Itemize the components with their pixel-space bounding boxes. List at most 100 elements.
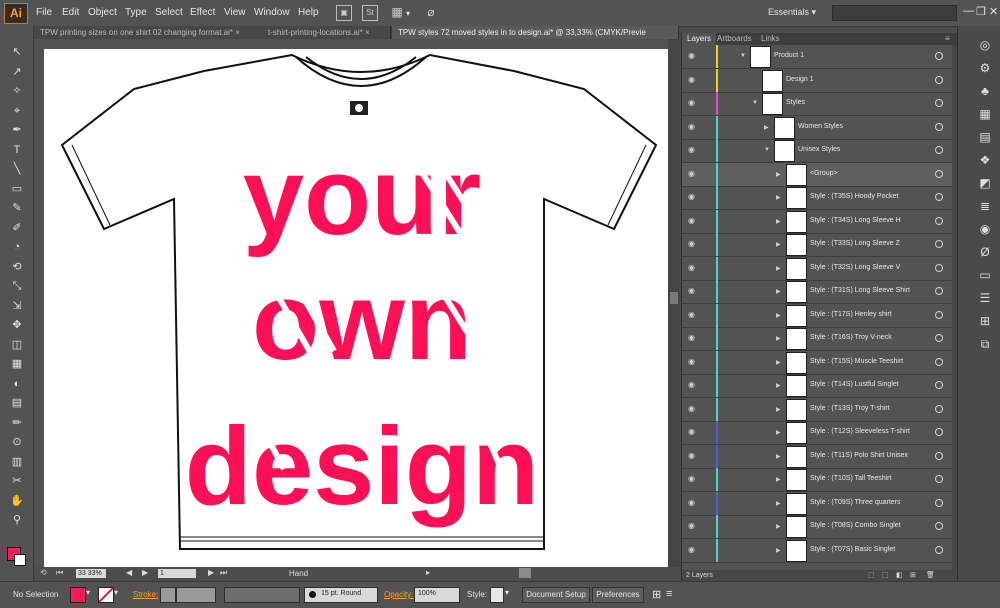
stock-icon[interactable]: St bbox=[362, 5, 378, 21]
tab-close-icon[interactable]: × bbox=[365, 28, 370, 37]
collapsed-arrow-icon[interactable]: ▶ bbox=[776, 335, 781, 342]
delete-layer-icon[interactable]: 🗑 bbox=[926, 570, 935, 581]
restore-icon[interactable]: ❐ bbox=[976, 5, 986, 18]
layer-row[interactable]: ◉ ▼ Product 1 bbox=[682, 45, 957, 69]
tool-icon[interactable]: ◫ bbox=[9, 337, 25, 353]
layer-row[interactable]: ◉ ▶ Women Styles bbox=[682, 115, 957, 140]
status-expand-icon[interactable]: ▸ bbox=[426, 568, 430, 577]
collapsed-arrow-icon[interactable]: ▶ bbox=[776, 265, 781, 272]
layer-row[interactable]: ◉ ▶ Style : (T14S) Lustful Singlet bbox=[682, 374, 957, 398]
tool-icon[interactable]: ✐ bbox=[9, 220, 25, 236]
layer-row[interactable]: ◉ ▶ Style : (T33S) Long Sleeve Z bbox=[682, 233, 957, 257]
visibility-eye-icon[interactable]: ◉ bbox=[688, 357, 696, 366]
tool-icon[interactable]: ▤ bbox=[9, 395, 25, 411]
vertical-scroll-thumb[interactable] bbox=[670, 292, 678, 304]
menu-file[interactable]: File bbox=[36, 7, 52, 18]
visibility-eye-icon[interactable]: ◉ bbox=[688, 334, 696, 342]
target-circle-icon[interactable] bbox=[935, 122, 943, 131]
stroke-dropdown-icon[interactable]: ▾ bbox=[114, 588, 118, 597]
tool-icon[interactable]: ⇲ bbox=[9, 298, 25, 314]
target-circle-icon[interactable] bbox=[935, 545, 943, 554]
visibility-eye-icon[interactable]: ◉ bbox=[688, 240, 696, 248]
tool-icon[interactable]: ✥ bbox=[9, 317, 25, 333]
collapsed-arrow-icon[interactable]: ▶ bbox=[776, 288, 781, 295]
visibility-eye-icon[interactable]: ◉ bbox=[688, 522, 696, 530]
document-setup-button[interactable]: Document Setup bbox=[522, 587, 590, 603]
target-circle-icon[interactable] bbox=[935, 75, 943, 84]
visibility-eye-icon[interactable]: ◉ bbox=[688, 169, 696, 178]
layer-row[interactable]: ◉ ▼ Styles bbox=[682, 92, 957, 116]
tool-icon[interactable]: ✒ bbox=[9, 122, 25, 138]
tool-icon[interactable]: ◔ bbox=[9, 239, 25, 255]
tool-icon[interactable]: ⌖ bbox=[9, 103, 25, 119]
stroke-weight-stepper[interactable] bbox=[160, 587, 176, 603]
collapsed-arrow-icon[interactable]: ▶ bbox=[776, 500, 781, 507]
collapsed-arrow-icon[interactable]: ▶ bbox=[776, 312, 781, 319]
layer-row[interactable]: ◉ ▶ Style : (T31S) Long Sleeve Shirt bbox=[682, 280, 957, 304]
visibility-eye-icon[interactable]: ◉ bbox=[688, 404, 696, 413]
zoom-field[interactable]: 33 33% bbox=[76, 569, 106, 578]
target-circle-icon[interactable] bbox=[935, 381, 943, 389]
layer-row[interactable]: ◉ ▶ <Group> bbox=[682, 162, 957, 187]
layer-row[interactable]: ◉ ▶ Style : (T11S) Polo Shirt Unisex bbox=[682, 444, 957, 469]
tab-artboards[interactable]: Artboards bbox=[712, 33, 757, 45]
visibility-eye-icon[interactable]: ◉ bbox=[688, 498, 696, 507]
layer-row[interactable]: ◉ ▶ Style : (T32S) Long Sleeve V bbox=[682, 256, 957, 281]
collapsed-arrow-icon[interactable]: ▶ bbox=[776, 453, 781, 460]
menu-edit[interactable]: Edit bbox=[62, 7, 79, 18]
visibility-eye-icon[interactable]: ◉ bbox=[688, 75, 696, 84]
layer-row[interactable]: ◉ ▼ Unisex Styles bbox=[682, 139, 957, 163]
target-circle-icon[interactable] bbox=[935, 193, 943, 201]
preferences-button[interactable]: Preferences bbox=[592, 587, 644, 603]
tool-icon[interactable]: ✎ bbox=[9, 200, 25, 216]
arrange-dropdown-icon[interactable]: ▾ bbox=[406, 9, 410, 18]
visibility-eye-icon[interactable]: ◉ bbox=[688, 122, 696, 131]
target-circle-icon[interactable] bbox=[935, 240, 943, 248]
bridge-icon[interactable]: ▣ bbox=[336, 5, 352, 21]
dock-panel-icon[interactable]: ≣ bbox=[978, 199, 992, 213]
collapsed-arrow-icon[interactable]: ▶ bbox=[776, 547, 781, 554]
tab-close-icon[interactable]: × bbox=[235, 28, 240, 37]
layer-row[interactable]: ◉ ▶ Style : (T12S) Sleeveless T-shirt bbox=[682, 421, 957, 445]
tool-icon[interactable]: ◐ bbox=[9, 376, 25, 392]
target-circle-icon[interactable] bbox=[935, 357, 943, 366]
opacity-label[interactable]: Opacity: bbox=[384, 590, 413, 599]
stroke-swatch[interactable] bbox=[14, 554, 26, 566]
tool-icon[interactable]: ╲ bbox=[9, 161, 25, 177]
dock-panel-icon[interactable]: ⚙ bbox=[978, 61, 992, 75]
collapsed-arrow-icon[interactable]: ▶ bbox=[776, 241, 781, 248]
target-circle-icon[interactable] bbox=[935, 216, 943, 225]
target-circle-icon[interactable] bbox=[935, 428, 943, 436]
workspace-switcher[interactable]: Essentials ▾ bbox=[768, 7, 816, 18]
target-circle-icon[interactable] bbox=[935, 169, 943, 178]
layer-row[interactable]: ◉ ▶ Style : (T35S) Hoody Pocket bbox=[682, 186, 957, 210]
first-artboard-icon[interactable]: ⏮ bbox=[56, 568, 63, 578]
expanded-arrow-icon[interactable]: ▼ bbox=[752, 100, 758, 106]
tool-icon[interactable]: ⚲ bbox=[9, 512, 25, 528]
expanded-arrow-icon[interactable]: ▼ bbox=[740, 53, 746, 59]
make-clipping-mask-icon[interactable]: ⬚ bbox=[882, 570, 889, 581]
visibility-eye-icon[interactable]: ◉ bbox=[688, 381, 696, 389]
tool-icon[interactable]: ⤡ bbox=[9, 278, 25, 294]
search-input[interactable] bbox=[832, 5, 957, 21]
rotate-view-icon[interactable]: ⟲ bbox=[40, 568, 47, 577]
tool-icon[interactable]: ▦ bbox=[9, 356, 25, 372]
tool-icon[interactable]: ↖ bbox=[9, 44, 25, 60]
minimize-icon[interactable]: — bbox=[963, 5, 974, 17]
dock-panel-icon[interactable]: ⊞ bbox=[978, 314, 992, 328]
target-circle-icon[interactable] bbox=[935, 263, 943, 272]
collapsed-arrow-icon[interactable]: ▶ bbox=[764, 124, 769, 131]
panel-menu-icon[interactable]: ≡ bbox=[940, 33, 955, 45]
fill-dropdown-icon[interactable]: ▾ bbox=[86, 588, 90, 597]
visibility-eye-icon[interactable]: ◉ bbox=[688, 475, 696, 483]
stroke-weight-field[interactable] bbox=[176, 587, 216, 603]
stroke-label[interactable]: Stroke: bbox=[133, 590, 158, 599]
menu-type[interactable]: Type bbox=[125, 7, 147, 18]
layer-row[interactable]: ◉ ▶ Style : (T15S) Muscle Teeshirt bbox=[682, 350, 957, 375]
collapsed-arrow-icon[interactable]: ▶ bbox=[776, 171, 781, 178]
target-circle-icon[interactable] bbox=[935, 334, 943, 342]
visibility-eye-icon[interactable]: ◉ bbox=[688, 146, 696, 154]
tool-icon[interactable]: ✏ bbox=[9, 415, 25, 431]
visibility-eye-icon[interactable]: ◉ bbox=[688, 263, 696, 272]
canvas[interactable]: your own design bbox=[34, 39, 668, 567]
